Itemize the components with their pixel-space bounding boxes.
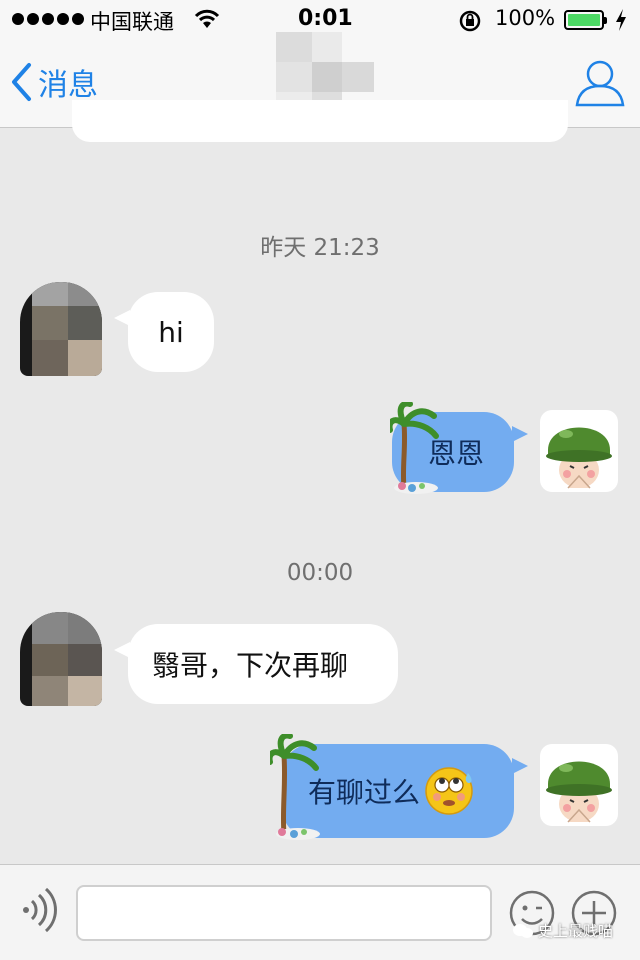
rotation-lock-icon: [459, 10, 481, 32]
incoming-message-bubble[interactable]: 翳哥，下次再聊: [114, 624, 398, 704]
watermark-text: 史上最贱喵: [538, 922, 614, 940]
soldier-cartoon-avatar-icon: [546, 761, 612, 823]
battery-icon: [564, 10, 607, 30]
signal-strength-icon: [12, 13, 84, 25]
previous-message-card: [72, 100, 568, 142]
watermark: 史上最贱喵: [512, 920, 613, 941]
carrier-name: 中国联通: [90, 10, 174, 34]
input-bar: [0, 864, 640, 960]
voice-icon[interactable]: [18, 887, 58, 933]
back-label: 消息: [38, 68, 98, 103]
battery-percent: 100%: [495, 6, 556, 30]
message-timestamp: 00:00: [286, 560, 354, 586]
wechat-logo-icon: [513, 923, 533, 938]
my-avatar[interactable]: [540, 410, 618, 492]
contact-avatar[interactable]: [20, 282, 102, 376]
message-input[interactable]: [76, 885, 492, 941]
back-button[interactable]: 消息: [10, 60, 98, 104]
message-text: 翳哥，下次再聊: [152, 649, 349, 682]
my-avatar[interactable]: [540, 744, 618, 826]
palm-tree-bubble-decoration: [270, 734, 320, 840]
palm-tree-bubble-decoration: [390, 402, 439, 494]
charging-bolt-icon: [616, 9, 626, 31]
incoming-message-bubble[interactable]: hi: [114, 292, 214, 372]
contact-profile-icon[interactable]: [574, 58, 626, 108]
message-timestamp: 昨天 21:23: [260, 235, 380, 261]
sweating-rolling-eyes-emoji-icon: [425, 767, 473, 815]
contact-avatar[interactable]: [20, 612, 102, 706]
message-text: 有聊过么: [308, 776, 421, 809]
soldier-cartoon-avatar-icon: [546, 427, 612, 489]
status-time: 0:01: [298, 6, 353, 31]
wifi-icon: [194, 9, 220, 28]
message-text: hi: [158, 315, 184, 349]
chevron-left-icon: [12, 63, 31, 101]
